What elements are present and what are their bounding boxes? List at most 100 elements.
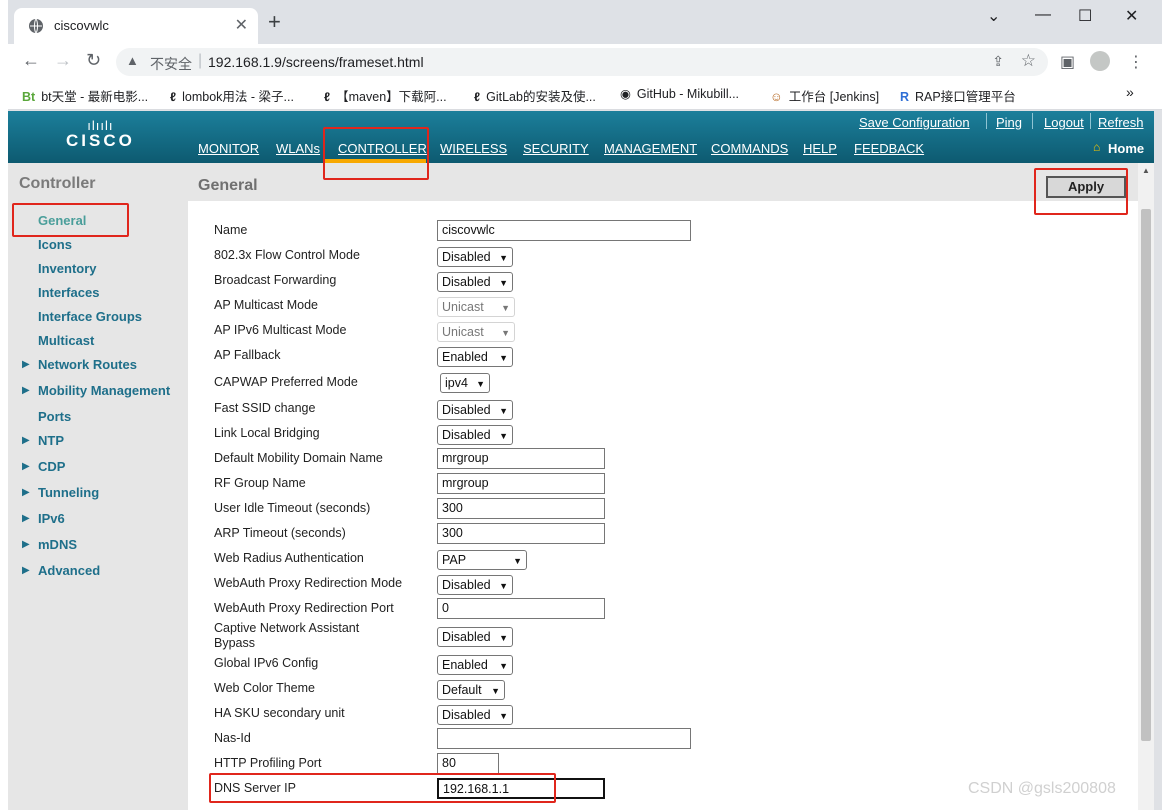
insecure-label[interactable]: 不安全 xyxy=(150,54,192,74)
window-close-icon[interactable]: ✕ xyxy=(1125,6,1138,26)
chevron-down-icon: ▼ xyxy=(491,686,500,696)
nas-id-input[interactable] xyxy=(437,728,691,749)
side-panel-icon[interactable]: ▣ xyxy=(1060,52,1075,72)
nav-help[interactable]: HELP xyxy=(803,141,837,156)
expand-arrow-icon[interactable]: ▶ xyxy=(22,513,30,524)
expand-arrow-icon[interactable]: ▶ xyxy=(22,385,30,396)
refresh-link[interactable]: Refresh xyxy=(1098,115,1144,130)
chevron-down-icon: ▼ xyxy=(499,633,508,643)
name-input[interactable]: ciscovwlc xyxy=(437,220,691,241)
nav-security[interactable]: SECURITY xyxy=(523,141,589,156)
web-color-theme-select[interactable]: Default ▼ xyxy=(437,680,505,700)
minimize-icon[interactable]: — xyxy=(1035,6,1051,24)
rf-group-name-input[interactable]: mrgroup xyxy=(437,473,605,494)
link-local-bridging-select[interactable]: Disabled ▼ xyxy=(437,425,513,445)
sidebar-item-mdns[interactable]: mDNS xyxy=(38,537,77,552)
webauth-proxy-redirection-mode-select[interactable]: Disabled ▼ xyxy=(437,575,513,595)
select-value: Unicast xyxy=(442,325,484,339)
home-link[interactable]: Home xyxy=(1108,141,1144,156)
expand-arrow-icon[interactable]: ▶ xyxy=(22,487,30,498)
logout-link[interactable]: Logout xyxy=(1044,115,1084,130)
flow-control-select[interactable]: Disabled ▼ xyxy=(437,247,513,267)
bookmark-item[interactable]: ℓ lombok用法 - 梁子... xyxy=(170,86,294,105)
star-icon[interactable]: ☆ xyxy=(1021,51,1036,71)
browser-tab[interactable]: ciscovwlc ✕ xyxy=(14,8,258,44)
share-icon[interactable]: ⇪ xyxy=(992,53,1004,70)
home-icon[interactable]: ⌂ xyxy=(1093,140,1100,154)
expand-arrow-icon[interactable]: ▶ xyxy=(22,539,30,550)
annotation-box xyxy=(1034,168,1128,215)
back-arrow-icon[interactable]: ← xyxy=(22,50,40,71)
url-text[interactable]: 192.168.1.9/screens/frameset.html xyxy=(208,54,424,70)
nav-wlans[interactable]: WLANs xyxy=(276,141,320,156)
ha-sku-secondary-unit-select[interactable]: Disabled ▼ xyxy=(437,705,513,725)
browser-toolbar: ← → ↻ ▲ 不安全 | 192.168.1.9/screens/frames… xyxy=(0,44,1162,78)
save-configuration-link[interactable]: Save Configuration xyxy=(859,115,970,130)
ap-ipv6-multicast-mode-select: Unicast ▼ xyxy=(437,322,515,342)
user-idle-timeout-input[interactable]: 300 xyxy=(437,498,605,519)
field-label: WebAuth Proxy Redirection Port xyxy=(214,601,394,615)
select-value: Disabled xyxy=(442,630,491,644)
bookmark-item[interactable]: R RAP接口管理平台 xyxy=(900,86,1016,105)
forward-arrow-icon[interactable]: → xyxy=(54,50,72,71)
sidebar-item-interfaces[interactable]: Interfaces xyxy=(38,285,99,300)
broadcast-forwarding-select[interactable]: Disabled ▼ xyxy=(437,272,513,292)
bookmark-label: GitLab的安装及使... xyxy=(486,90,596,104)
scrollbar-thumb[interactable] xyxy=(1141,209,1151,741)
nav-feedback[interactable]: FEEDBACK xyxy=(854,141,924,156)
sidebar-item-inventory[interactable]: Inventory xyxy=(38,261,97,276)
expand-arrow-icon[interactable]: ▶ xyxy=(22,565,30,576)
sidebar-item-network-routes[interactable]: Network Routes xyxy=(38,357,137,372)
http-profiling-port-input[interactable]: 80 xyxy=(437,753,499,774)
nav-commands[interactable]: COMMANDS xyxy=(711,141,788,156)
global-ipv6-config-select[interactable]: Enabled ▼ xyxy=(437,655,513,675)
scroll-up-icon[interactable]: ▲ xyxy=(1142,166,1150,175)
bookmark-label: RAP接口管理平台 xyxy=(915,90,1016,104)
sidebar-item-icons[interactable]: Icons xyxy=(38,237,72,252)
bookmark-item[interactable]: ◉ GitHub - Mikubill... xyxy=(620,86,739,101)
nav-management[interactable]: MANAGEMENT xyxy=(604,141,697,156)
bookmark-item[interactable]: ℓ 【maven】下载阿... xyxy=(324,86,447,105)
ping-link[interactable]: Ping xyxy=(996,115,1022,130)
nav-monitor[interactable]: MONITOR xyxy=(198,141,259,156)
chevron-down-icon: ▼ xyxy=(499,431,508,441)
captive-network-assistant-bypass-select[interactable]: Disabled ▼ xyxy=(437,627,513,647)
sidebar-item-ipv6[interactable]: IPv6 xyxy=(38,511,65,526)
sidebar-item-ports[interactable]: Ports xyxy=(38,409,71,424)
new-tab-button[interactable]: + xyxy=(268,11,281,33)
page-title: General xyxy=(198,177,258,194)
sidebar-item-ntp[interactable]: NTP xyxy=(38,433,64,448)
expand-arrow-icon[interactable]: ▶ xyxy=(22,435,30,446)
bookmark-item[interactable]: ℓ GitLab的安装及使... xyxy=(474,86,596,105)
scrollbar[interactable]: ▲ xyxy=(1138,163,1154,810)
warning-icon[interactable]: ▲ xyxy=(126,53,139,68)
reload-icon[interactable]: ↻ xyxy=(86,50,101,71)
bookmarks-more-button[interactable]: » xyxy=(1126,84,1134,100)
bookmark-item[interactable]: Bt bt天堂 - 最新电影... xyxy=(22,86,148,105)
capwap-preferred-mode-select[interactable]: ipv4 ▼ xyxy=(440,373,490,393)
web-radius-auth-select[interactable]: PAP ▼ xyxy=(437,550,527,570)
chevron-down-icon[interactable]: ⌄ xyxy=(987,6,1000,26)
sidebar-item-tunneling[interactable]: Tunneling xyxy=(38,485,99,500)
maximize-icon[interactable]: ☐ xyxy=(1078,6,1092,26)
mobility-domain-name-input[interactable]: mrgroup xyxy=(437,448,605,469)
nav-wireless[interactable]: WIRELESS xyxy=(440,141,507,156)
sidebar-item-advanced[interactable]: Advanced xyxy=(38,563,100,578)
ap-fallback-select[interactable]: Enabled ▼ xyxy=(437,347,513,367)
fast-ssid-change-select[interactable]: Disabled ▼ xyxy=(437,400,513,420)
sidebar-item-multicast[interactable]: Multicast xyxy=(38,333,94,348)
field-label: Default Mobility Domain Name xyxy=(214,451,383,465)
annotation-box xyxy=(12,203,129,237)
sidebar-item-interface-groups[interactable]: Interface Groups xyxy=(38,309,142,324)
sidebar-item-mobility-management[interactable]: Mobility Management xyxy=(38,383,170,398)
address-bar[interactable]: ▲ 不安全 | 192.168.1.9/screens/frameset.htm… xyxy=(116,48,1048,76)
expand-arrow-icon[interactable]: ▶ xyxy=(22,461,30,472)
menu-dots-icon[interactable]: ⋮ xyxy=(1128,52,1144,72)
sidebar-item-cdp[interactable]: CDP xyxy=(38,459,65,474)
profile-avatar-icon[interactable] xyxy=(1090,51,1110,71)
bookmark-item[interactable]: ☺ 工作台 [Jenkins] xyxy=(770,86,879,105)
arp-timeout-input[interactable]: 300 xyxy=(437,523,605,544)
webauth-proxy-redirection-port-input[interactable]: 0 xyxy=(437,598,605,619)
close-tab-icon[interactable]: ✕ xyxy=(235,15,248,35)
expand-arrow-icon[interactable]: ▶ xyxy=(22,359,30,370)
